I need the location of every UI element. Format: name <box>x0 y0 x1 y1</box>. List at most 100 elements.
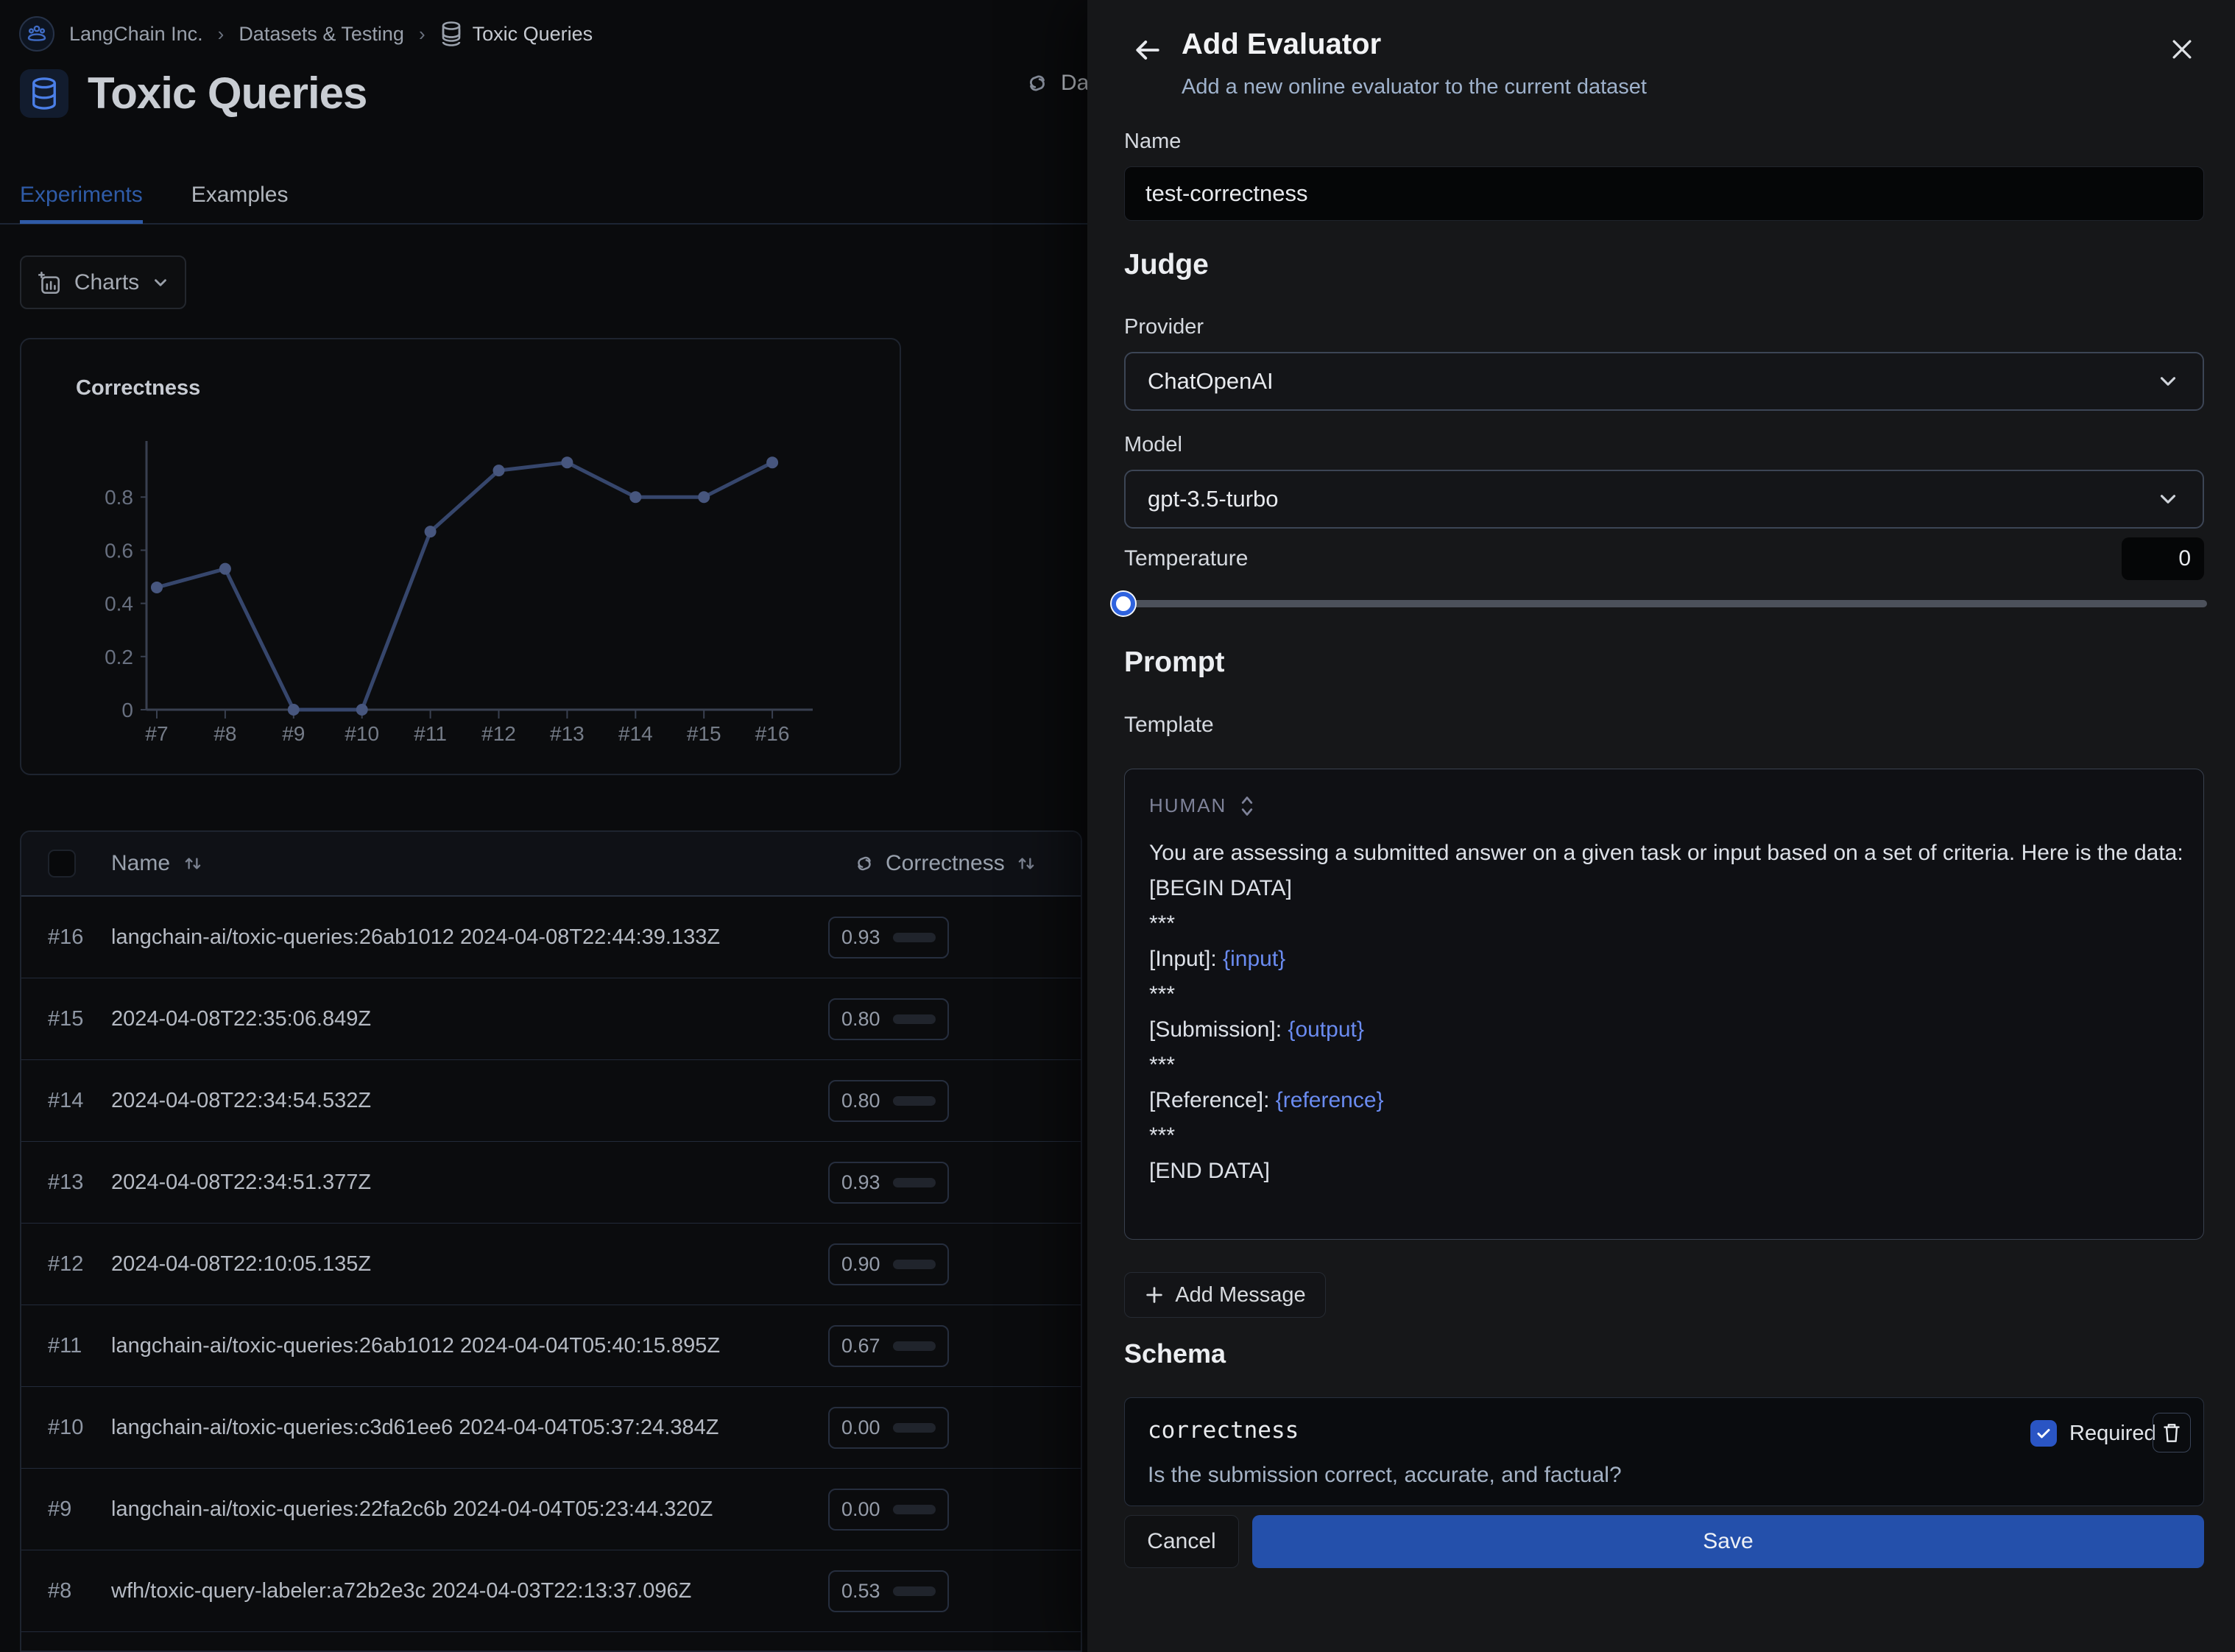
page-title: Toxic Queries <box>88 68 367 119</box>
org-avatar[interactable] <box>19 16 54 52</box>
svg-text:0.8: 0.8 <box>105 486 133 509</box>
close-icon[interactable] <box>2168 35 2196 63</box>
temperature-slider-thumb[interactable] <box>1112 592 1135 615</box>
link-icon <box>1025 71 1050 96</box>
svg-text:0.2: 0.2 <box>105 646 133 668</box>
correctness-score-badge: 0.90 <box>828 1243 949 1285</box>
cancel-button[interactable]: Cancel <box>1124 1515 1239 1568</box>
breadcrumb: LangChain Inc. › Datasets & Testing › To… <box>19 13 593 54</box>
template-variable: {reference} <box>1276 1088 1384 1112</box>
schema-description[interactable]: Is the submission correct, accurate, and… <box>1148 1463 1622 1488</box>
correctness-line-chart: 00.20.40.60.8#7#8#9#10#11#12#13#14#15#16 <box>21 398 903 777</box>
experiment-number: #15 <box>48 1007 111 1031</box>
temperature-label: Temperature <box>1124 546 1248 571</box>
table-row[interactable]: #142024-04-08T22:34:54.532Z0.80 <box>21 1060 1081 1142</box>
correctness-score: 0.93 <box>841 1171 883 1194</box>
score-progress-track <box>893 1178 936 1187</box>
temperature-value[interactable]: 0 <box>2122 537 2204 580</box>
required-checkbox[interactable] <box>2030 1420 2057 1447</box>
prompt-template-editor[interactable]: HUMAN You are assessing a submitted answ… <box>1124 769 2204 1240</box>
tab-experiments[interactable]: Experiments <box>20 183 143 224</box>
svg-text:0.4: 0.4 <box>105 593 133 615</box>
panel-subtitle: Add a new online evaluator to the curren… <box>1182 75 1647 99</box>
add-evaluator-panel: Add Evaluator Add a new online evaluator… <box>1087 0 2235 1652</box>
table-row[interactable]: #152024-04-08T22:35:06.849Z0.80 <box>21 978 1081 1060</box>
score-progress-track <box>893 933 936 942</box>
experiment-number: #10 <box>48 1416 111 1440</box>
score-progress-track <box>893 1260 936 1269</box>
name-label: Name <box>1124 130 1181 154</box>
prompt-heading: Prompt <box>1124 646 1225 679</box>
experiment-number: #9 <box>48 1497 111 1522</box>
name-input[interactable]: test-correctness <box>1124 166 2204 221</box>
experiment-name[interactable]: wfh/toxic-query-labeler:a72b2e3c 2024-04… <box>111 1579 822 1603</box>
table-body: #16langchain-ai/toxic-queries:26ab1012 2… <box>21 897 1081 1652</box>
template-line: [END DATA] <box>1149 1154 2183 1189</box>
experiment-name[interactable]: 2024-04-08T22:34:51.377Z <box>111 1171 822 1195</box>
breadcrumb-current[interactable]: Toxic Queries <box>440 21 593 46</box>
delete-field-button[interactable] <box>2153 1413 2191 1452</box>
table-row[interactable]: #9langchain-ai/toxic-queries:22fa2c6b 20… <box>21 1469 1081 1550</box>
experiment-name[interactable]: langchain-ai/toxic-queries:22fa2c6b 2024… <box>111 1497 822 1522</box>
column-header-name[interactable]: Name <box>111 851 170 876</box>
experiment-name[interactable]: 2024-04-08T22:34:54.532Z <box>111 1089 822 1113</box>
people-group-icon <box>26 23 48 45</box>
temperature-slider-track[interactable] <box>1124 600 2207 607</box>
experiment-name[interactable]: langchain-ai/toxic-queries:c3d61ee6 2024… <box>111 1416 822 1440</box>
table-row[interactable]: #16langchain-ai/toxic-queries:26ab1012 2… <box>21 897 1081 978</box>
correctness-score-badge: 0.80 <box>828 1080 949 1122</box>
correctness-chart-card: Correctness 00.20.40.60.8#7#8#9#10#11#12… <box>20 338 901 775</box>
dataset-link[interactable]: Dat <box>1025 71 1095 96</box>
tab-examples[interactable]: Examples <box>191 183 289 224</box>
breadcrumb-org[interactable]: LangChain Inc. <box>69 23 203 46</box>
table-row[interactable]: #132024-04-08T22:34:51.377Z0.93 <box>21 1142 1081 1224</box>
chevron-up-down-icon <box>1238 795 1256 817</box>
tabs: Experiments Examples <box>20 183 288 224</box>
add-message-button[interactable]: Add Message <box>1124 1272 1326 1318</box>
table-row[interactable]: #11langchain-ai/toxic-queries:26ab1012 2… <box>21 1305 1081 1387</box>
save-button[interactable]: Save <box>1252 1515 2204 1568</box>
model-label: Model <box>1124 433 1182 457</box>
breadcrumb-separator: › <box>218 23 225 46</box>
table-row[interactable]: #8wfh/toxic-query-labeler:a72b2e3c 2024-… <box>21 1550 1081 1632</box>
template-text[interactable]: You are assessing a submitted answer on … <box>1149 836 2183 1189</box>
template-line: [BEGIN DATA] <box>1149 871 2183 906</box>
experiment-name[interactable]: langchain-ai/toxic-queries:26ab1012 2024… <box>111 1334 822 1358</box>
svg-text:#11: #11 <box>414 722 447 745</box>
template-label: Template <box>1124 713 1214 738</box>
correctness-score: 0.80 <box>841 1090 883 1112</box>
experiments-table: Name Correctness #16langchain-ai/toxic-q… <box>20 830 1082 1652</box>
experiment-name[interactable]: 2024-04-08T22:10:05.135Z <box>111 1252 822 1277</box>
judge-heading: Judge <box>1124 249 1209 281</box>
experiment-name[interactable]: langchain-ai/toxic-queries:26ab1012 2024… <box>111 925 822 950</box>
correctness-score-badge: 0.00 <box>828 1489 949 1531</box>
chevron-down-icon <box>2155 369 2181 394</box>
correctness-score: 0.00 <box>841 1416 883 1439</box>
model-select[interactable]: gpt-3.5-turbo <box>1124 470 2204 529</box>
correctness-score: 0.90 <box>841 1253 883 1276</box>
table-row[interactable]: #122024-04-08T22:10:05.135Z0.90 <box>21 1224 1081 1305</box>
charts-button[interactable]: Charts <box>20 255 186 309</box>
template-variable: {input} <box>1223 947 1285 971</box>
template-line: *** <box>1149 1118 2183 1154</box>
score-progress-track <box>893 1423 936 1433</box>
experiment-number: #11 <box>48 1334 111 1358</box>
breadcrumb-section[interactable]: Datasets & Testing <box>239 23 404 46</box>
sort-icon[interactable] <box>182 853 204 875</box>
provider-select[interactable]: ChatOpenAI <box>1124 352 2204 411</box>
table-row[interactable]: #10langchain-ai/toxic-queries:c3d61ee6 2… <box>21 1387 1081 1469</box>
plus-icon <box>1144 1285 1165 1305</box>
schema-field-name[interactable]: correctness <box>1148 1417 1299 1444</box>
experiment-name[interactable]: 2024-04-08T22:35:06.849Z <box>111 1007 822 1031</box>
svg-text:#8: #8 <box>213 722 236 745</box>
correctness-score: 0.00 <box>841 1498 883 1521</box>
template-line: *** <box>1149 977 2183 1012</box>
column-header-correctness[interactable]: Correctness <box>886 851 1005 876</box>
sort-icon[interactable] <box>1015 853 1037 875</box>
template-line: [Submission]: {output} <box>1149 1012 2183 1048</box>
select-all-checkbox[interactable] <box>48 850 76 878</box>
breadcrumb-separator: › <box>419 23 426 46</box>
message-role-select[interactable]: HUMAN <box>1149 794 1256 817</box>
back-arrow-icon[interactable] <box>1131 34 1164 66</box>
svg-text:#7: #7 <box>145 722 168 745</box>
